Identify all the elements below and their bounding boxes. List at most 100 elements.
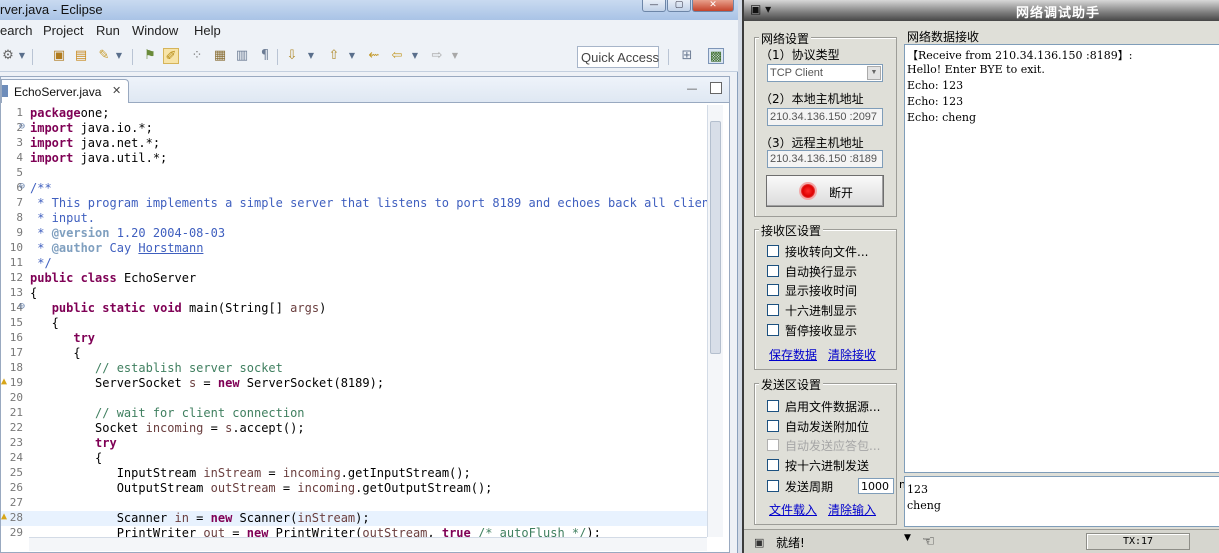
code-line[interactable]: 22 Socket incoming = s.accept(); bbox=[1, 421, 707, 436]
code-line[interactable]: ▲ 28 Scanner in = new Scanner(inStream); bbox=[1, 511, 707, 526]
send-textarea[interactable]: 123 cheng bbox=[904, 476, 1219, 527]
code-line[interactable]: 18 // establish server socket bbox=[1, 361, 707, 376]
chevron-down-icon[interactable]: ▼ bbox=[410, 48, 420, 64]
gear-icon[interactable]: ⚙ bbox=[0, 48, 16, 64]
code-line[interactable]: 3 import java.net.*; bbox=[1, 136, 707, 151]
disconnect-button[interactable]: 断开 bbox=[766, 175, 884, 207]
system-menu-icon[interactable]: ▣ ▾ bbox=[750, 2, 784, 18]
code-line[interactable]: 27 bbox=[1, 496, 707, 511]
code-line[interactable]: 21 // wait for client connection bbox=[1, 406, 707, 421]
code-line[interactable]: 17 { bbox=[1, 346, 707, 361]
option-row[interactable]: 自动换行显示 bbox=[767, 263, 895, 279]
option-row[interactable]: 自动发送附加位 bbox=[767, 418, 895, 434]
menu-window[interactable]: Window bbox=[132, 23, 178, 38]
java-perspective-icon[interactable]: ▩ bbox=[708, 48, 724, 64]
code-line[interactable]: 1 packageone; bbox=[1, 106, 707, 121]
code-line[interactable]: 26 OutputStream outStream = incoming.get… bbox=[1, 481, 707, 496]
menu-help[interactable]: Help bbox=[194, 23, 221, 38]
close-tab-icon[interactable]: ✕ bbox=[112, 84, 121, 97]
code-line[interactable]: 23 try bbox=[1, 436, 707, 451]
code-line[interactable]: 12 public class EchoServer bbox=[1, 271, 707, 286]
option-row[interactable]: 自动发送应答包... bbox=[767, 437, 895, 453]
minimize-button[interactable]: — bbox=[642, 0, 666, 12]
code-line[interactable]: 4 import java.util.*; bbox=[1, 151, 707, 166]
option-row[interactable]: 接收转向文件... bbox=[767, 243, 895, 259]
maximize-button[interactable]: ▢ bbox=[667, 0, 691, 12]
open-folder-icon[interactable]: ▤ bbox=[73, 48, 89, 64]
eclipse-title-bar[interactable]: rver.java - Eclipse — ▢ ✕ bbox=[0, 0, 738, 20]
code-line[interactable]: 20 bbox=[1, 391, 707, 406]
menu-run[interactable]: Run bbox=[96, 23, 120, 38]
code-line[interactable]: 2 ⊖ import java.io.*; bbox=[1, 121, 707, 136]
fold-toggle-icon[interactable]: ⊖ bbox=[19, 301, 25, 312]
code-line[interactable]: 25 InputStream inStream = incoming.getIn… bbox=[1, 466, 707, 481]
code-line[interactable]: 24 { bbox=[1, 451, 707, 466]
open-type-icon[interactable]: ▣ bbox=[51, 48, 67, 64]
option-row[interactable]: 启用文件数据源... bbox=[767, 398, 895, 414]
forward-arrow-icon[interactable]: ⇨ bbox=[429, 48, 445, 64]
document-icon[interactable]: ▥ bbox=[234, 48, 250, 64]
show-whitespace-icon[interactable]: ▦ bbox=[212, 48, 228, 64]
chevron-down-icon[interactable]: ▼ bbox=[867, 66, 881, 80]
code-line[interactable]: 5 bbox=[1, 166, 707, 181]
code-line[interactable]: 7 * This program implements a simple ser… bbox=[1, 196, 707, 211]
chevron-down-icon[interactable]: ▼ bbox=[17, 48, 27, 64]
hand-pointer-icon[interactable]: ☜ bbox=[922, 532, 935, 550]
chevron-down-icon[interactable]: ▼ bbox=[904, 533, 911, 543]
option-checkbox[interactable] bbox=[767, 264, 779, 277]
editor-tab-echoserver[interactable]: EchoServer.java ✕ bbox=[1, 79, 129, 103]
code-line[interactable]: 15 { bbox=[1, 316, 707, 331]
receive-textarea[interactable]: 【Receive from 210.34.136.150 :8189】: Hell… bbox=[904, 44, 1219, 473]
option-checkbox[interactable] bbox=[767, 400, 779, 412]
code-line[interactable]: 10 * @author Cay Horstmann bbox=[1, 241, 707, 256]
load-file-link[interactable]: 文件载入 bbox=[769, 501, 817, 518]
fold-toggle-icon[interactable]: ⊖ bbox=[19, 121, 25, 132]
code-line[interactable]: 16 try bbox=[1, 331, 707, 346]
tx-counter[interactable]: TX:17 bbox=[1086, 533, 1190, 550]
option-checkbox[interactable] bbox=[767, 323, 779, 336]
option-checkbox[interactable] bbox=[767, 284, 779, 297]
close-button[interactable]: ✕ bbox=[692, 0, 734, 12]
network-assistant-title-bar[interactable]: ▣ ▾ 网络调试助手 bbox=[744, 0, 1219, 21]
protocol-select[interactable]: TCP Client ▼ bbox=[767, 64, 883, 82]
code-line[interactable]: 11 */ bbox=[1, 256, 707, 271]
code-line[interactable]: 9 * @version 1.20 2004-08-03 bbox=[1, 226, 707, 241]
code-line[interactable]: 29 PrintWriter out = new PrintWriter(out… bbox=[1, 526, 707, 537]
scroll-thumb[interactable] bbox=[710, 121, 721, 354]
fold-toggle-icon[interactable]: ⊖ bbox=[19, 181, 25, 192]
code-line[interactable]: ▲ 19 ServerSocket s = new ServerSocket(81… bbox=[1, 376, 707, 391]
code-editor[interactable]: 1 packageone; 2 ⊖ import java.io.*; 3 import j… bbox=[1, 105, 707, 537]
quick-access-input[interactable]: Quick Access bbox=[577, 46, 659, 68]
option-checkbox[interactable] bbox=[767, 304, 779, 317]
clear-receive-link[interactable]: 清除接收 bbox=[828, 346, 876, 363]
minimize-editor-icon[interactable]: — bbox=[686, 83, 698, 95]
send-period-checkbox[interactable] bbox=[767, 480, 779, 492]
save-data-link[interactable]: 保存数据 bbox=[769, 346, 817, 363]
previous-annotation-icon[interactable]: ⇧ bbox=[326, 48, 342, 64]
code-line[interactable]: 14 ⊖ public static void main(String[] arg… bbox=[1, 301, 707, 316]
block-selection-icon[interactable]: ⁘ bbox=[189, 48, 205, 64]
send-period-input[interactable]: 1000 bbox=[858, 478, 894, 494]
local-address-field[interactable]: 210.34.136.150 :2097 bbox=[767, 108, 883, 126]
code-line[interactable]: 13 { bbox=[1, 286, 707, 301]
maximize-editor-icon[interactable] bbox=[710, 82, 722, 94]
remote-address-field[interactable]: 210.34.136.150 :8189 bbox=[767, 150, 883, 168]
code-line[interactable]: 8 * input. bbox=[1, 211, 707, 226]
editor-vertical-scrollbar[interactable] bbox=[707, 105, 723, 537]
last-edit-icon[interactable]: ⇜ bbox=[366, 48, 382, 64]
toggle-mark-icon[interactable]: ⚑ bbox=[142, 48, 158, 64]
option-row[interactable]: 十六进制显示 bbox=[767, 302, 895, 318]
chevron-down-icon[interactable]: ▼ bbox=[450, 48, 460, 64]
option-row[interactable]: 按十六进制发送 bbox=[767, 457, 895, 473]
highlight-icon[interactable]: ✐ bbox=[163, 48, 179, 64]
chevron-down-icon[interactable]: ▼ bbox=[347, 48, 357, 64]
editor-horizontal-scrollbar[interactable] bbox=[29, 537, 707, 551]
option-checkbox[interactable] bbox=[767, 245, 779, 257]
clear-input-link[interactable]: 清除输入 bbox=[828, 501, 876, 518]
menu-project[interactable]: Project bbox=[43, 23, 83, 38]
option-row[interactable]: 显示接收时间 bbox=[767, 282, 895, 298]
wand-icon[interactable]: ✎ bbox=[96, 48, 112, 64]
chevron-down-icon[interactable]: ▼ bbox=[306, 48, 316, 64]
code-line[interactable]: 6 ⊖/** bbox=[1, 181, 707, 196]
menu-search[interactable]: earch bbox=[0, 23, 33, 38]
